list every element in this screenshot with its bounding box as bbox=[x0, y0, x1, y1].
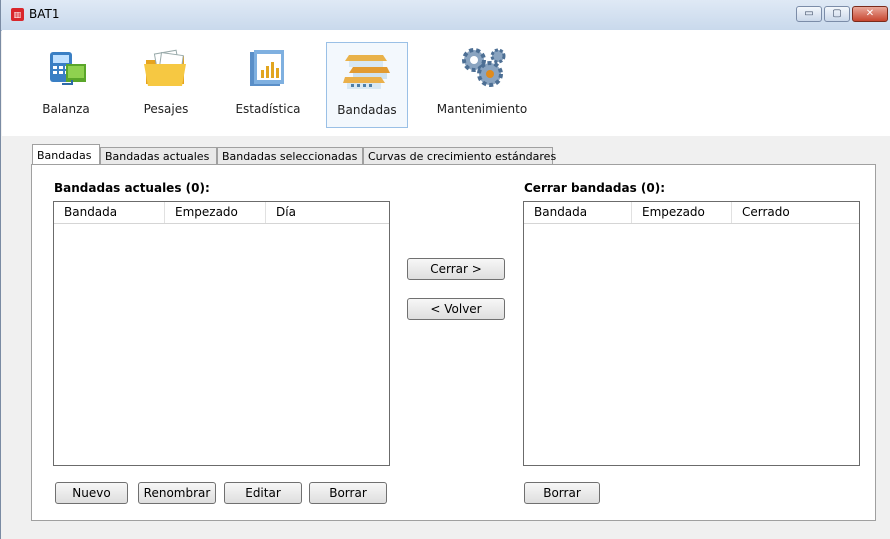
farm-icon bbox=[343, 55, 390, 89]
closed-flocks-header: Cerrar bandadas (0): bbox=[524, 181, 666, 195]
column-header[interactable]: Empezado bbox=[632, 202, 732, 223]
scale-icon bbox=[50, 52, 86, 85]
ribbon-button-bandadas[interactable]: Bandadas bbox=[326, 42, 408, 128]
ribbon-toolbar: Balanza Pesajes Estadística Bandadas Man… bbox=[2, 30, 890, 136]
delete-button[interactable]: Borrar bbox=[309, 482, 387, 504]
column-header[interactable]: Empezado bbox=[165, 202, 266, 223]
current-flocks-header: Bandadas actuales (0): bbox=[54, 181, 210, 195]
rename-button[interactable]: Renombrar bbox=[138, 482, 216, 504]
tab-bandadas-actuales[interactable]: Bandadas actuales bbox=[100, 147, 217, 165]
current-flocks-list[interactable]: Bandada Empezado Día bbox=[53, 201, 390, 466]
closed-flocks-list[interactable]: Bandada Empezado Cerrado bbox=[523, 201, 860, 466]
close-flock-button[interactable]: Cerrar > bbox=[407, 258, 505, 280]
delete-closed-button[interactable]: Borrar bbox=[524, 482, 600, 504]
back-flock-button[interactable]: < Volver bbox=[407, 298, 505, 320]
tab-curvas-crecimiento[interactable]: Curvas de crecimiento estándares bbox=[363, 147, 556, 165]
new-button[interactable]: Nuevo bbox=[55, 482, 128, 504]
ribbon-label: Pesajes bbox=[143, 102, 189, 116]
tab-bandadas-seleccionadas[interactable]: Bandadas seleccionadas bbox=[217, 147, 363, 165]
ribbon-label: Mantenimiento bbox=[436, 102, 528, 116]
tab-panel: Bandadas actuales (0): Bandada Empezado … bbox=[31, 164, 876, 521]
column-header[interactable]: Bandada bbox=[54, 202, 165, 223]
maximize-button[interactable]: ▢ bbox=[824, 6, 850, 22]
statistics-icon bbox=[250, 50, 284, 86]
title-bar[interactable]: ▥ BAT1 ▭ ▢ ✕ bbox=[1, 0, 890, 31]
app-window: ▥ BAT1 ▭ ▢ ✕ Balanza Pesajes Estadística… bbox=[0, 0, 890, 539]
ribbon-label: Estadística bbox=[235, 102, 301, 116]
close-button[interactable]: ✕ bbox=[852, 6, 888, 22]
window-title: BAT1 bbox=[29, 7, 60, 21]
ribbon-label: Balanza bbox=[42, 102, 90, 116]
list-header: Bandada Empezado Cerrado bbox=[524, 202, 859, 224]
column-header[interactable]: Cerrado bbox=[732, 202, 858, 223]
ribbon-label: Bandadas bbox=[337, 103, 397, 117]
ribbon-button-estadistica[interactable]: Estadística bbox=[227, 42, 309, 128]
column-header[interactable]: Día bbox=[266, 202, 388, 223]
folder-icon bbox=[144, 49, 186, 86]
ribbon-button-balanza[interactable]: Balanza bbox=[30, 42, 102, 128]
ribbon-button-pesajes[interactable]: Pesajes bbox=[130, 42, 202, 128]
edit-button[interactable]: Editar bbox=[224, 482, 302, 504]
bat1-app-icon: ▥ bbox=[11, 8, 24, 21]
ribbon-button-mantenimiento[interactable]: Mantenimiento bbox=[430, 42, 534, 128]
tab-bandadas[interactable]: Bandadas bbox=[32, 144, 100, 166]
column-header[interactable]: Bandada bbox=[524, 202, 632, 223]
gears-icon bbox=[462, 48, 506, 87]
minimize-button[interactable]: ▭ bbox=[796, 6, 822, 22]
list-header: Bandada Empezado Día bbox=[54, 202, 389, 224]
